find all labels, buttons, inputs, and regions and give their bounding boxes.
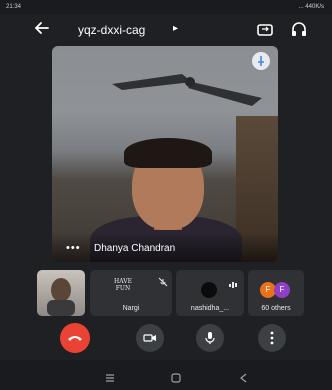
self-video: [47, 278, 75, 316]
participant-tile-nashidha[interactable]: nashidha_...: [176, 270, 244, 316]
participant-name: Nargi: [122, 305, 140, 312]
video-toggle-button[interactable]: [136, 324, 164, 352]
avatar: [201, 282, 217, 298]
meeting-code[interactable]: yqz-dxxi-cag: [78, 23, 145, 37]
participant-hair: [124, 138, 212, 168]
back-arrow-icon[interactable]: [34, 20, 52, 38]
others-label: 60 others: [261, 305, 291, 312]
top-bar: yqz-dxxi-cag ▸: [0, 14, 332, 46]
android-nav-bar: [0, 360, 332, 390]
more-options-button[interactable]: [258, 324, 286, 352]
pin-icon[interactable]: [252, 52, 270, 70]
more-icon: [270, 331, 274, 345]
camera-switch-icon[interactable]: [256, 20, 276, 40]
speaking-indicator-icon: [228, 276, 238, 294]
nargi-art-line2: FUN: [115, 285, 131, 292]
end-call-button[interactable]: [60, 323, 90, 353]
more-dots-icon[interactable]: •••: [66, 242, 81, 254]
status-bar: 21:34 ... 440K/s: [0, 0, 332, 14]
self-tile[interactable]: [37, 270, 85, 316]
main-video[interactable]: ••• Dhanya Chandran: [52, 46, 278, 262]
avatar: F: [274, 282, 290, 298]
status-time: 21:34: [6, 4, 22, 10]
recent-apps-icon[interactable]: [104, 370, 116, 382]
status-indicators: ... 440K/s: [298, 4, 324, 10]
nargi-avatar-art: HAVE FUN: [114, 278, 132, 292]
ceiling-fan: [112, 74, 262, 106]
mic-off-icon: [158, 274, 168, 292]
mic-icon: [205, 332, 215, 344]
nav-back-icon[interactable]: [238, 370, 250, 383]
participant-tile-nargi[interactable]: HAVE FUN Nargi: [90, 270, 172, 316]
others-tile[interactable]: F F 60 others: [248, 270, 304, 316]
speaker-name: Dhanya Chandran: [94, 243, 176, 254]
participant-name: nashidha_...: [190, 305, 230, 312]
home-icon[interactable]: [170, 370, 182, 383]
video-icon: [143, 334, 156, 342]
nargi-art-line1: HAVE: [114, 278, 132, 285]
mic-toggle-button[interactable]: [196, 324, 224, 352]
caret-right-icon[interactable]: ▸: [173, 23, 178, 34]
end-call-icon: [68, 336, 82, 341]
headphones-icon[interactable]: [290, 20, 310, 40]
